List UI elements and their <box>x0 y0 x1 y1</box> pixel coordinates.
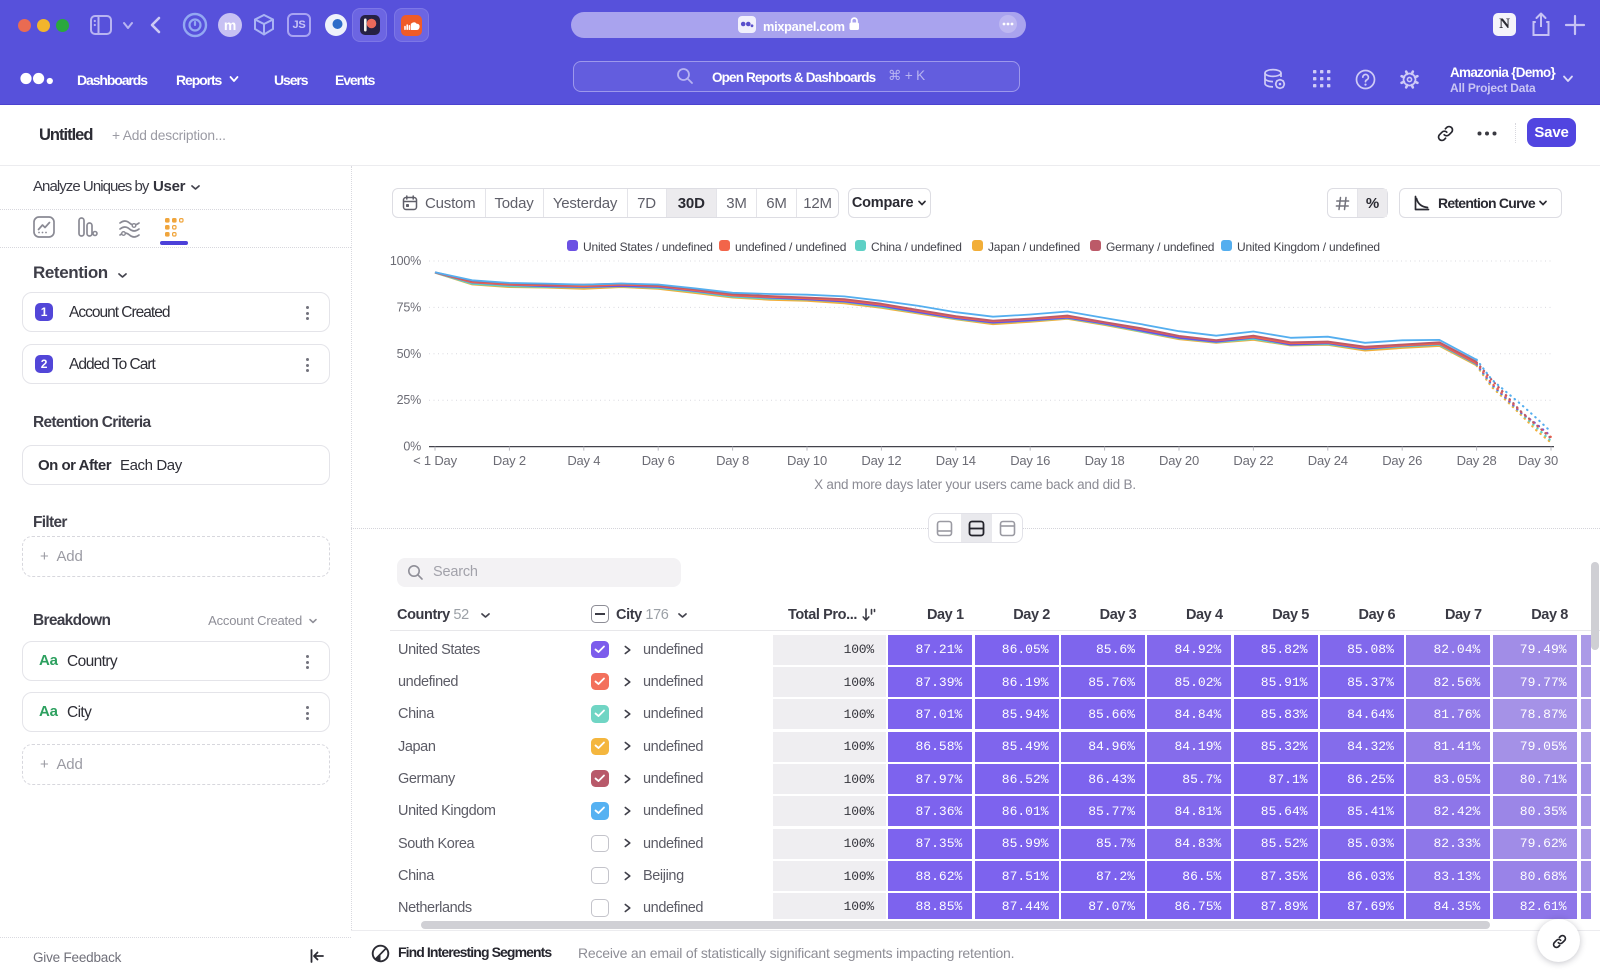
svg-text:25%: 25% <box>397 393 422 407</box>
svg-text:< 1 Day: < 1 Day <box>413 453 457 468</box>
svg-text:50%: 50% <box>397 347 422 361</box>
svg-text:Day 2: Day 2 <box>493 453 526 468</box>
svg-text:75%: 75% <box>397 300 422 314</box>
svg-text:Day 16: Day 16 <box>1010 453 1050 468</box>
svg-text:Day 4: Day 4 <box>567 453 600 468</box>
svg-text:Day 22: Day 22 <box>1233 453 1273 468</box>
svg-text:100%: 100% <box>390 254 421 268</box>
svg-text:Day 30: Day 30 <box>1518 453 1558 468</box>
svg-text:Day 28: Day 28 <box>1457 453 1497 468</box>
svg-text:Day 14: Day 14 <box>936 453 976 468</box>
svg-text:Day 26: Day 26 <box>1382 453 1422 468</box>
svg-text:Day 8: Day 8 <box>716 453 749 468</box>
svg-text:0%: 0% <box>403 440 421 454</box>
svg-text:Day 12: Day 12 <box>861 453 901 468</box>
svg-text:Day 20: Day 20 <box>1159 453 1199 468</box>
svg-text:Day 24: Day 24 <box>1308 453 1348 468</box>
svg-text:Day 10: Day 10 <box>787 453 827 468</box>
svg-text:Day 18: Day 18 <box>1085 453 1125 468</box>
svg-text:Day 6: Day 6 <box>642 453 675 468</box>
